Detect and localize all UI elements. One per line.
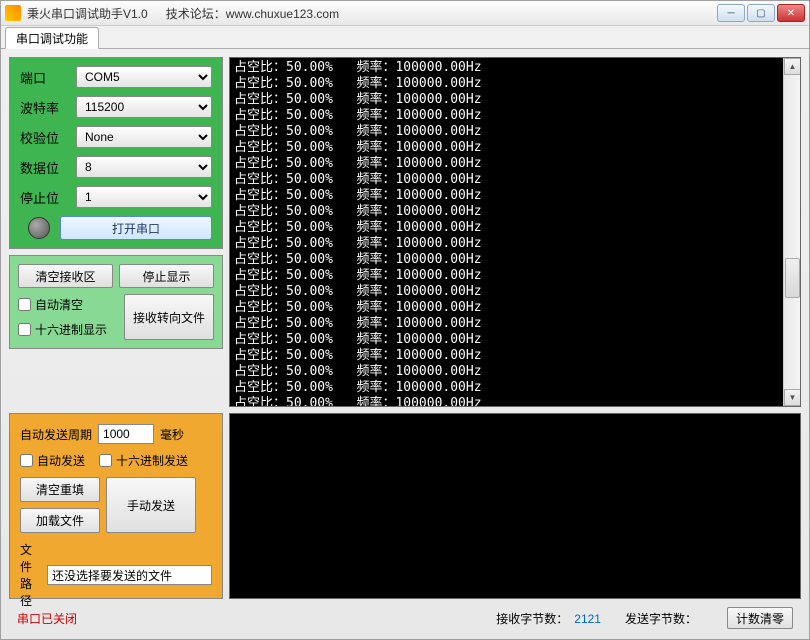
clear-receive-button[interactable]: 清空接收区 [18, 264, 113, 288]
close-button[interactable]: ✕ [777, 4, 805, 22]
tab-serial-debug[interactable]: 串口调试功能 [5, 27, 99, 49]
filepath-label: 文件路径 [20, 541, 41, 609]
parity-label: 校验位 [20, 128, 76, 147]
console-scrollbar[interactable]: ▲ ▼ [783, 58, 800, 406]
tab-bar: 串口调试功能 [1, 26, 809, 49]
baud-label: 波特率 [20, 98, 76, 117]
clear-send-button[interactable]: 清空重填 [20, 477, 100, 502]
scroll-thumb[interactable] [785, 258, 800, 298]
console-output: 占空比：50.00% 频率：100000.00Hz 占空比：50.00% 频率：… [230, 58, 800, 407]
auto-clear-checkbox[interactable]: 自动清空 [18, 296, 118, 313]
app-icon [5, 5, 21, 21]
hex-display-checkbox[interactable]: 十六进制显示 [18, 321, 118, 338]
receive-console[interactable]: 占空比：50.00% 频率：100000.00Hz 占空比：50.00% 频率：… [229, 57, 801, 407]
send-count-label: 发送字节数： [625, 610, 703, 627]
port-label: 端口 [20, 68, 76, 87]
stopbits-label: 停止位 [20, 188, 76, 207]
content-area: 端口COM5 波特率115200 校验位None 数据位8 停止位1 打开串口 … [1, 49, 809, 639]
auto-send-period-input[interactable] [98, 424, 154, 444]
period-unit-label: 毫秒 [160, 426, 184, 443]
status-led-icon [28, 217, 50, 239]
port-state-label: 串口已关闭 [17, 610, 77, 627]
receive-options-panel: 清空接收区 停止显示 自动清空 十六进制显示 接收转向文件 [9, 255, 223, 349]
filepath-input[interactable] [47, 565, 212, 585]
maximize-button[interactable]: ▢ [747, 4, 775, 22]
reset-counter-button[interactable]: 计数清零 [727, 607, 793, 629]
stopbits-select[interactable]: 1 [76, 186, 212, 208]
forum-text: 技术论坛：www.chuxue123.com [166, 5, 339, 22]
serial-config-panel: 端口COM5 波特率115200 校验位None 数据位8 停止位1 打开串口 [9, 57, 223, 249]
send-console[interactable] [229, 413, 801, 599]
databits-select[interactable]: 8 [76, 156, 212, 178]
port-select[interactable]: COM5 [76, 66, 212, 88]
parity-select[interactable]: None [76, 126, 212, 148]
titlebar: 秉火串口调试助手V1.0 技术论坛：www.chuxue123.com ─ ▢ … [1, 1, 809, 26]
receive-to-file-button[interactable]: 接收转向文件 [124, 294, 214, 340]
load-file-button[interactable]: 加载文件 [20, 508, 100, 533]
status-bar: 串口已关闭 接收字节数：2121 发送字节数： 计数清零 [9, 605, 801, 631]
minimize-button[interactable]: ─ [717, 4, 745, 22]
auto-send-period-label: 自动发送周期 [20, 426, 92, 443]
databits-label: 数据位 [20, 158, 76, 177]
app-window: 秉火串口调试助手V1.0 技术论坛：www.chuxue123.com ─ ▢ … [0, 0, 810, 640]
baud-select[interactable]: 115200 [76, 96, 212, 118]
window-title: 秉火串口调试助手V1.0 [27, 5, 148, 22]
hex-send-checkbox[interactable]: 十六进制发送 [99, 452, 188, 469]
send-options-panel: 自动发送周期 毫秒 自动发送 十六进制发送 清空重填 加载文件 手动发送 文件 [9, 413, 223, 599]
manual-send-button[interactable]: 手动发送 [106, 477, 196, 533]
open-port-button[interactable]: 打开串口 [60, 216, 212, 240]
scroll-up-icon[interactable]: ▲ [784, 58, 801, 75]
auto-send-checkbox[interactable]: 自动发送 [20, 452, 85, 469]
stop-display-button[interactable]: 停止显示 [119, 264, 214, 288]
scroll-down-icon[interactable]: ▼ [784, 389, 801, 406]
recv-count-label: 接收字节数：2121 [496, 610, 601, 627]
